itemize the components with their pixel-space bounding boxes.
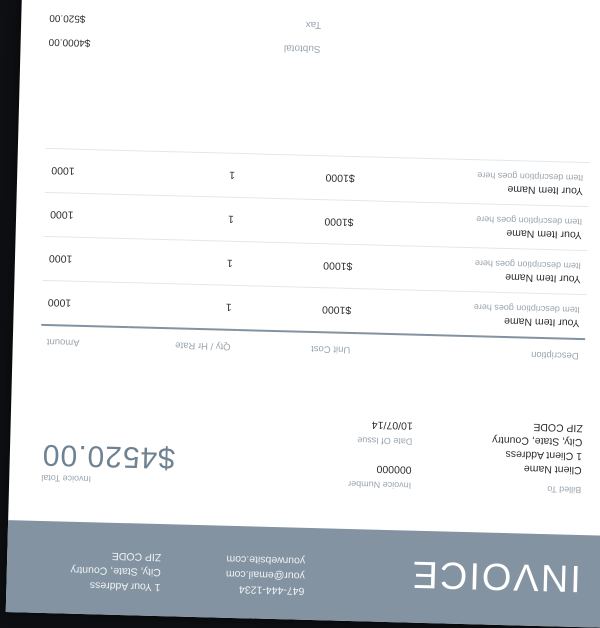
invoice-title: INVOICE [410,552,582,600]
item-amount: 1000 [44,148,133,195]
contact-info: 647-444-1234 your@email.com yourwebsite.… [225,551,306,598]
invoice-summary: Subtotal $4000.00 Tax $520.00 [48,5,322,60]
item-amount: 1000 [42,236,131,283]
address-line: City, State, Country [70,563,161,579]
item-unit-cost: $1000 [239,197,361,245]
invoice-total-label: Invoice Total [41,472,92,485]
tax-value: $520.00 [49,11,86,24]
invoice-header-band: INVOICE 647-444-1234 your@email.com your… [5,520,600,628]
item-qty: 1 [131,150,242,198]
contact-email: your@email.com [225,567,305,582]
item-amount: 1000 [43,192,132,239]
column-header: Unit Cost [236,329,357,364]
billed-to-label: Billed To [547,484,582,496]
item-unit-cost: $1000 [237,285,358,334]
invoice-number-label: Invoice Number [348,478,412,491]
item-qty: 1 [129,238,240,286]
client-city: City, State, Country [491,433,583,449]
column-header: Amount [40,324,129,358]
item-unit-cost: $1000 [240,153,362,201]
contact-website: yourwebsite.com [226,552,306,567]
invoice-number: 000000 [376,462,412,476]
subtotal-value: $4000.00 [48,35,91,49]
subtotal-label: Subtotal [283,42,321,55]
item-qty: 1 [130,194,241,242]
date-of-issue: 10/07/14 [371,418,413,432]
client-address: 1 Client Address [505,448,583,463]
invoice-total: Invoice Total $4520.00 [41,437,175,486]
item-unit-cost: $1000 [238,241,359,289]
item-amount: 1000 [41,280,130,328]
billed-to: Billed To Client Name 1 Client Address C… [491,419,583,497]
invoice-meta: Invoice Number 000000 Date Of Issue 10/0… [348,417,413,493]
sender-address: 1 Your Address City, State, Country ZIP … [70,547,161,594]
client-name: Client Name [523,462,582,477]
column-header: Qty / Hr Rate [127,327,238,360]
contact-phone: 647-444-1234 [238,583,305,597]
tax-label: Tax [305,18,322,31]
invoice-total-value: $4520.00 [41,437,176,475]
item-qty: 1 [128,282,239,330]
date-of-issue-label: Date Of Issue [357,435,413,447]
column-header: Description [355,333,586,370]
address-line: 1 Your Address [89,579,161,594]
line-items-table: Description Unit Cost Qty / Hr Rate Amou… [40,148,590,370]
invoice-page: INVOICE 647-444-1234 your@email.com your… [5,0,600,628]
